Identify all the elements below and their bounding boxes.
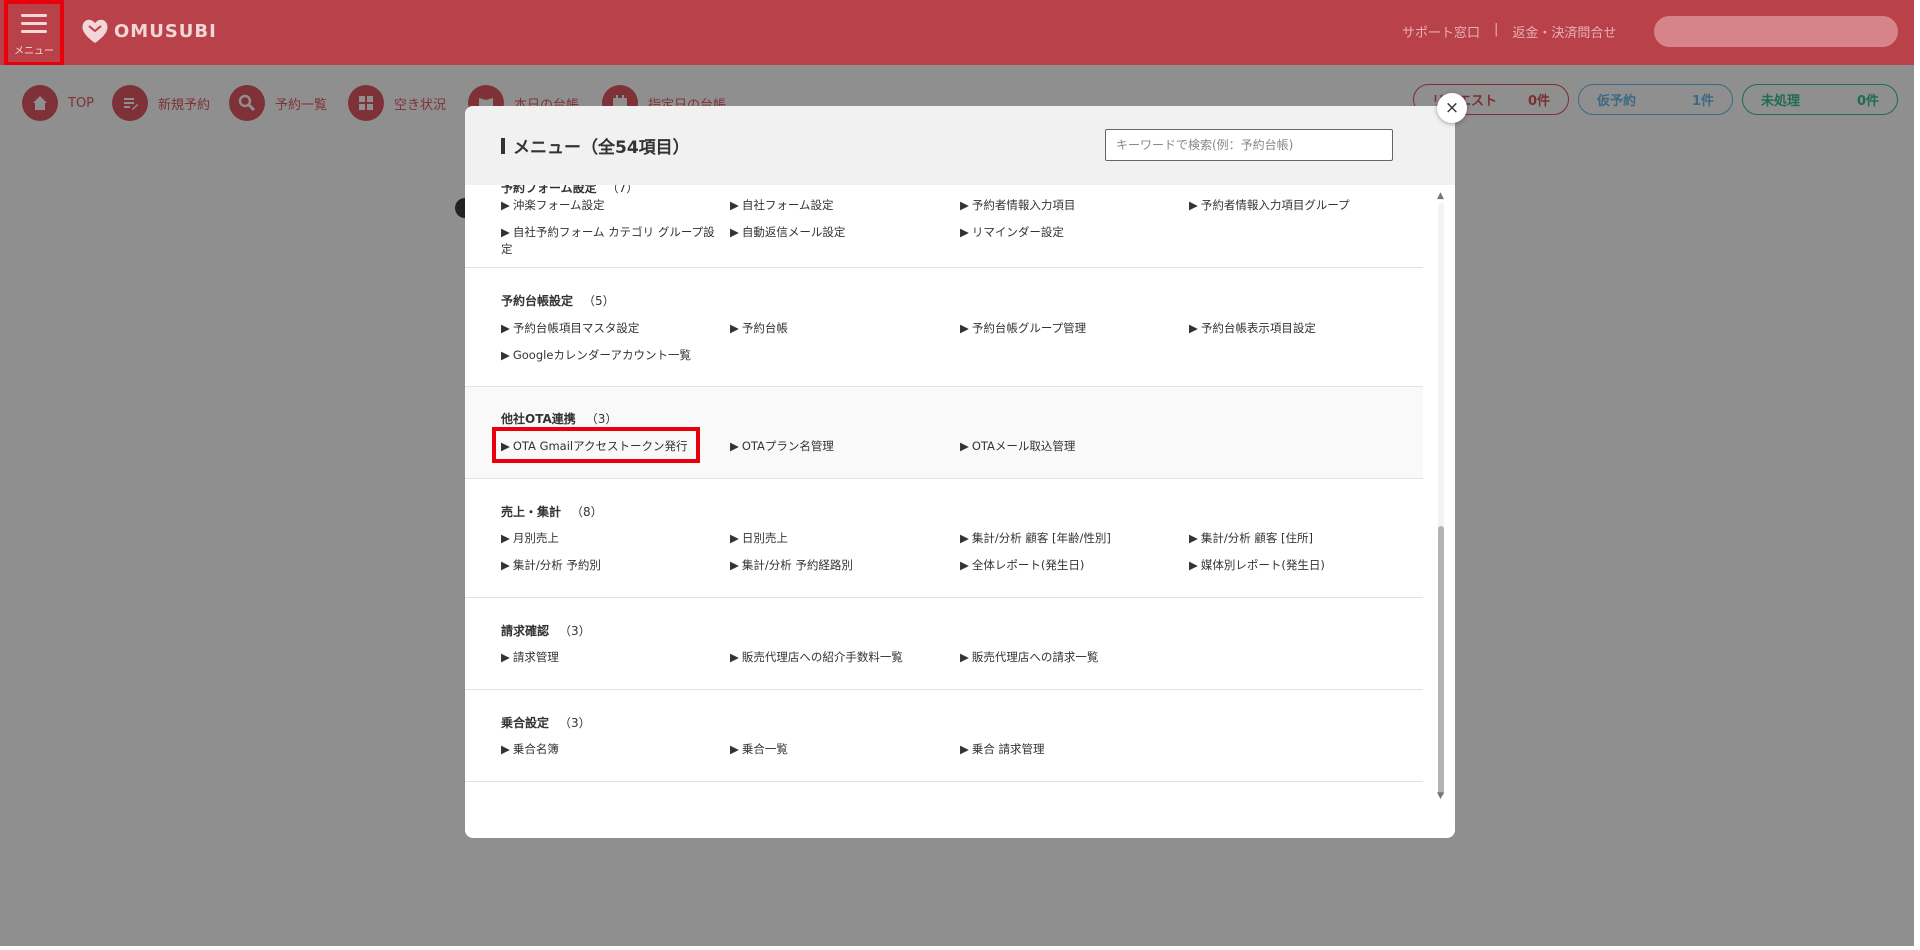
menu-section-ota: 他社OTA連携 （3） ▶ OTA Gmailアクセストークン発行 ▶ OTAプラン名…	[465, 387, 1423, 479]
menu-item[interactable]: ▶ 予約台帳表示項目設定	[1189, 320, 1316, 337]
menu-item[interactable]: ▶ 乗合 請求管理	[960, 741, 1045, 758]
menu-item[interactable]: ▶ OTAメール取込管理	[960, 438, 1075, 455]
support-link[interactable]: サポート窓口	[1402, 22, 1480, 41]
menu-button-label: メニュー	[14, 46, 54, 57]
menu-item[interactable]: ▶ 予約者情報入力項目グループ	[1189, 197, 1350, 214]
window-edge	[1914, 0, 1920, 950]
nav-item-label: 新規予約	[158, 97, 211, 113]
refund-inquiry-link[interactable]: 返金・決済問合せ	[1512, 22, 1616, 41]
pill-count: 0件	[1856, 94, 1879, 109]
menu-section-billing: 請求確認 （3） ▶ 請求管理 ▶ 販売代理店への紹介手数料一覧 ▶ 販売代理店への請求…	[465, 598, 1423, 690]
menu-item[interactable]: ▶ 自社フォーム設定	[730, 197, 834, 214]
section-title: 他社OTA連携 （3）	[501, 412, 618, 426]
link-separator: |	[1494, 22, 1499, 37]
home-icon	[22, 85, 58, 121]
highlight-box	[492, 427, 700, 463]
menu-item[interactable]: ▶ 販売代理店への請求一覧	[960, 649, 1098, 666]
scroll-down-arrow-icon[interactable]: ▼	[1437, 791, 1444, 801]
title-accent-bar	[501, 137, 505, 154]
menu-item[interactable]: ▶ 集計/分析 顧客 [住所]	[1189, 530, 1313, 547]
menu-item[interactable]: ▶ Googleカレンダーアカウント一覧	[501, 347, 691, 364]
nav-item-availability[interactable]: 空き状況	[348, 85, 446, 121]
menu-item[interactable]: ▶ 全体レポート(発生日)	[960, 557, 1084, 574]
nav-item-label: 空き状況	[394, 97, 447, 113]
menu-button[interactable]: メニュー	[4, 0, 64, 66]
menu-item[interactable]: ▶ 請求管理	[501, 649, 559, 666]
section-title: 売上・集計 （8）	[501, 505, 603, 519]
pill-label: 仮予約	[1597, 94, 1637, 109]
menu-item[interactable]: ▶ 乗合一覧	[730, 741, 788, 758]
menu-section-reservation-form: 予約フォーム設定 （7） ▶ 沖楽フォーム設定 ▶ 自社フォーム設定 ▶ 予約者情報入力…	[465, 185, 1423, 268]
section-title: 乗合設定 （3）	[501, 716, 591, 730]
header-links: サポート窓口 | 返金・決済問合せ	[1402, 22, 1616, 41]
scroll-up-arrow-icon[interactable]: ▲	[1437, 191, 1444, 201]
menu-item[interactable]: ▶ 日別売上	[730, 530, 788, 547]
menu-item[interactable]: ▶ リマインダー設定	[960, 224, 1064, 241]
menu-list[interactable]: 予約フォーム設定 （7） ▶ 沖楽フォーム設定 ▶ 自社フォーム設定 ▶ 予約者情報入力…	[465, 185, 1423, 805]
menu-section-shared-ride: 乗合設定 （3） ▶ 乗合名簿 ▶ 乗合一覧 ▶ 乗合 請求管理	[465, 690, 1423, 782]
close-icon: ×	[1444, 98, 1460, 118]
nav-item-new-reservation[interactable]: 新規予約	[112, 85, 210, 121]
nav-item-reservation-list[interactable]: 予約一覧	[229, 85, 327, 121]
logo[interactable]: OMUSUBI	[80, 16, 217, 46]
window-edge	[0, 946, 1920, 950]
nav-item-label: 予約一覧	[275, 97, 328, 113]
menu-item[interactable]: ▶ 自社予約フォーム カテゴリ グループ設定	[501, 224, 716, 258]
menu-section-ledger-settings: 予約台帳設定 （5） ▶ 予約台帳項目マスタ設定 ▶ 予約台帳 ▶ 予約台帳グループ管理…	[465, 268, 1423, 387]
menu-item[interactable]: ▶ 集計/分析 顧客 [年齢/性別]	[960, 530, 1111, 547]
search-icon	[229, 85, 265, 121]
menu-item[interactable]: ▶ 媒体別レポート(発生日)	[1189, 557, 1325, 574]
menu-item[interactable]: ▶ 乗合名簿	[501, 741, 559, 758]
edit-icon	[112, 85, 148, 121]
modal-title: メニュー（全54項目）	[501, 133, 690, 158]
grid-icon	[348, 85, 384, 121]
scroll-thumb[interactable]	[1438, 526, 1444, 796]
menu-item[interactable]: ▶ 集計/分析 予約別	[501, 557, 601, 574]
section-title: 請求確認 （3）	[501, 624, 591, 638]
logo-text: OMUSUBI	[114, 20, 217, 42]
nav-item-label: TOP	[68, 95, 95, 111]
app-header: メニュー OMUSUBI サポート窓口 | 返金・決済問合せ	[0, 0, 1920, 66]
menu-item[interactable]: ▶ 月別売上	[501, 530, 559, 547]
menu-item[interactable]: ▶ 予約台帳グループ管理	[960, 320, 1086, 337]
menu-item[interactable]: ▶ 沖楽フォーム設定	[501, 197, 605, 214]
menu-section-sales: 売上・集計 （8） ▶ 月別売上 ▶ 日別売上 ▶ 集計/分析 顧客 [年齢/性別] ▶…	[465, 479, 1423, 598]
nav-item-top[interactable]: TOP	[22, 85, 94, 121]
header-search-input[interactable]	[1654, 16, 1898, 47]
menu-item[interactable]: ▶ OTAプラン名管理	[730, 438, 834, 455]
menu-modal: メニュー（全54項目） 予約フォーム設定（7） ▶沖楽フォーム設定 ▶自社フォー…	[465, 106, 1455, 838]
tentative-status-pill[interactable]: 仮予約 1件	[1578, 84, 1733, 115]
menu-item[interactable]: ▶ 自動返信メール設定	[730, 224, 845, 241]
menu-item[interactable]: ▶ 予約台帳項目マスタ設定	[501, 320, 639, 337]
hamburger-icon	[21, 14, 47, 34]
pill-count: 1件	[1691, 94, 1714, 109]
close-modal-button[interactable]: ×	[1437, 93, 1467, 123]
section-title: 予約台帳設定 （5）	[501, 294, 615, 308]
modal-title-text: メニュー（全54項目）	[513, 138, 690, 158]
section-title: 予約フォーム設定 （7）	[501, 185, 639, 195]
menu-item[interactable]: ▶ 予約台帳	[730, 320, 788, 337]
omusubi-heart-icon	[82, 19, 108, 43]
menu-scrollbar[interactable]: ▲ ▼	[1435, 191, 1447, 801]
menu-search-input[interactable]	[1105, 129, 1393, 161]
menu-item[interactable]: ▶ 予約者情報入力項目	[960, 197, 1075, 214]
unprocessed-status-pill[interactable]: 未処理 0件	[1742, 84, 1898, 115]
modal-header: メニュー（全54項目）	[465, 106, 1455, 185]
pill-label: 未処理	[1761, 94, 1801, 109]
menu-item[interactable]: ▶ 販売代理店への紹介手数料一覧	[730, 649, 903, 666]
menu-item[interactable]: ▶ 集計/分析 予約経路別	[730, 557, 853, 574]
pill-count: 0件	[1527, 94, 1550, 109]
